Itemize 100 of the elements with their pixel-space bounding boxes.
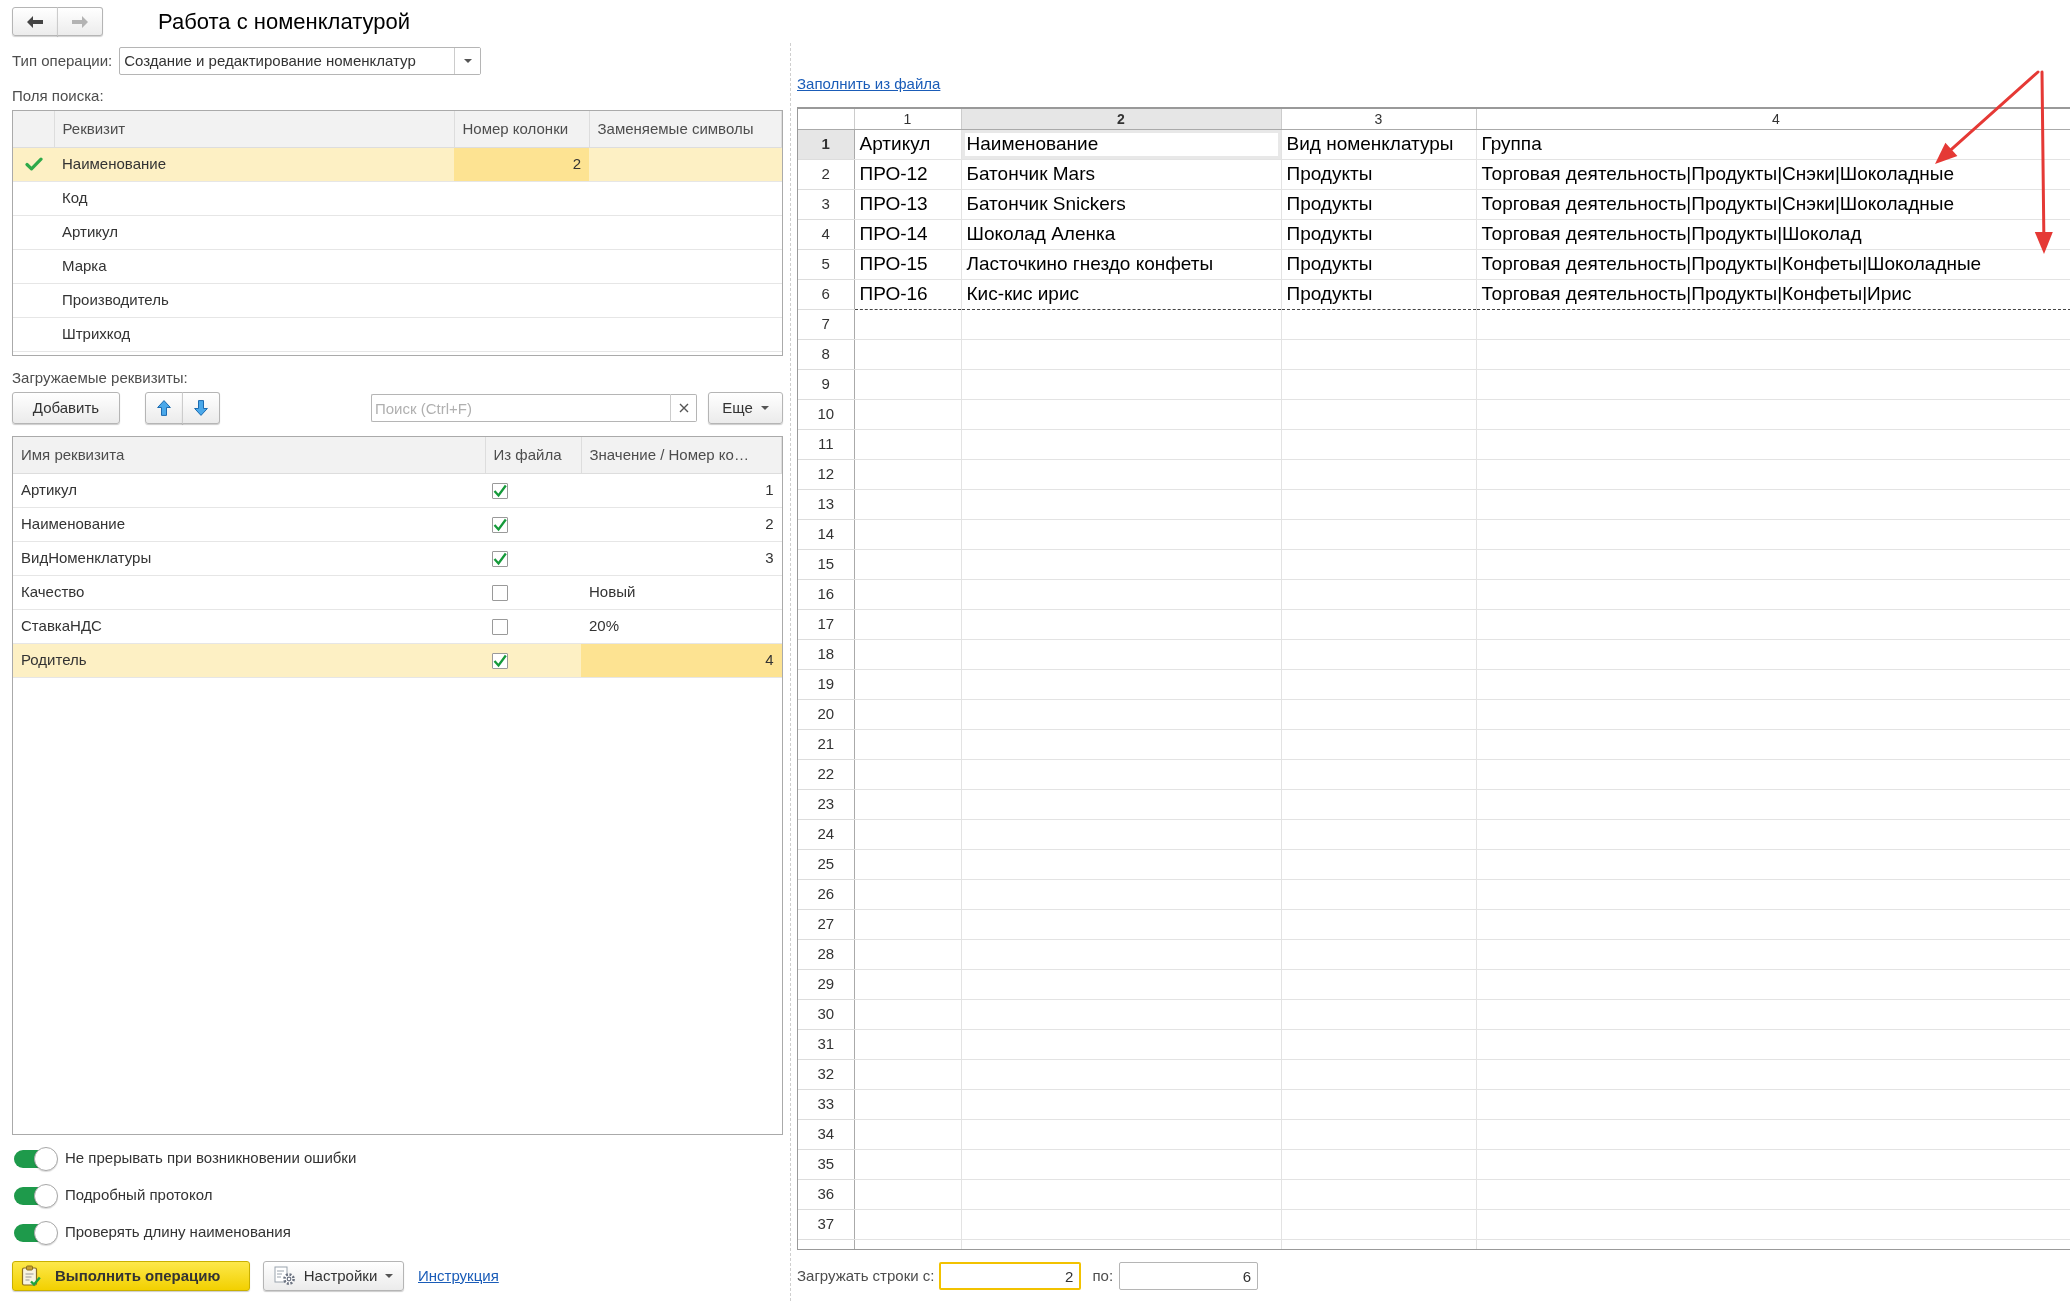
row-header[interactable]: 25 <box>798 849 854 879</box>
row-header[interactable]: 14 <box>798 519 854 549</box>
row-header[interactable]: 5 <box>798 249 854 279</box>
row-header[interactable]: 26 <box>798 879 854 909</box>
input-field[interactable]: 2 <box>939 1262 1082 1290</box>
row-header[interactable]: 10 <box>798 399 854 429</box>
table-cell: Наименование <box>54 147 454 181</box>
table-row[interactable]: Штрихкод <box>13 317 782 351</box>
checkbox[interactable] <box>492 652 508 669</box>
row-header[interactable]: 36 <box>798 1179 854 1209</box>
more-button[interactable]: Еще <box>708 392 783 424</box>
input-field[interactable]: 6 <box>1119 1262 1259 1290</box>
row-header[interactable]: 32 <box>798 1059 854 1089</box>
row-header[interactable]: 31 <box>798 1029 854 1059</box>
table-row[interactable]: ВидНоменклатуры 3 <box>13 541 782 575</box>
row-header[interactable]: 17 <box>798 609 854 639</box>
table-cell: 20% <box>581 609 782 643</box>
field-label: Тип операции: <box>12 50 113 71</box>
caret-icon <box>463 59 472 63</box>
row-header[interactable]: 18 <box>798 639 854 669</box>
execute-button[interactable]: Выполнить операцию <box>12 1261 250 1291</box>
row-header[interactable]: 23 <box>798 789 854 819</box>
table-cell: Наименование <box>13 507 485 541</box>
dropdown-button[interactable] <box>454 48 481 74</box>
row-header[interactable]: 21 <box>798 729 854 759</box>
column-header[interactable]: Номер колонки <box>454 111 589 147</box>
table-row[interactable]: Марка <box>13 249 782 283</box>
column-header[interactable]: Реквизит <box>54 111 454 147</box>
row-header[interactable]: 33 <box>798 1089 854 1119</box>
row-header[interactable]: 20 <box>798 699 854 729</box>
column-header[interactable]: 4 <box>1476 109 2070 129</box>
settings-button[interactable]: Настройки <box>263 1261 404 1291</box>
clear-button[interactable] <box>670 394 697 422</box>
toggle-switch[interactable] <box>14 1146 58 1171</box>
row-header[interactable]: 30 <box>798 999 854 1029</box>
checkbox[interactable] <box>492 550 508 567</box>
row-header[interactable]: 22 <box>798 759 854 789</box>
combo-box[interactable]: Создание и редактирование номенклатур <box>119 47 482 75</box>
row-header[interactable]: 35 <box>798 1149 854 1179</box>
row-header[interactable]: 28 <box>798 939 854 969</box>
table-row[interactable]: Артикул 1 <box>13 473 782 507</box>
row-header[interactable]: 4 <box>798 219 854 249</box>
toggle-switch[interactable] <box>14 1183 58 1208</box>
sheet-cell: Батончик Snickers <box>961 189 1281 219</box>
back-button[interactable] <box>12 7 58 36</box>
row-header[interactable]: 11 <box>798 429 854 459</box>
checkbox[interactable] <box>492 618 508 635</box>
instruction-link[interactable]: Инструкция <box>418 1264 499 1288</box>
table-row[interactable]: СтавкаНДС 20% <box>13 609 782 643</box>
column-header[interactable]: 1 <box>854 109 961 129</box>
table-row[interactable]: Наименование 2 <box>13 147 782 181</box>
row-header[interactable]: 12 <box>798 459 854 489</box>
row-header[interactable]: 37 <box>798 1209 854 1239</box>
row-header[interactable]: 13 <box>798 489 854 519</box>
row-header[interactable]: 8 <box>798 339 854 369</box>
search-field[interactable]: Поиск (Ctrl+F) <box>371 394 670 422</box>
checkbox[interactable] <box>492 482 508 499</box>
row-header[interactable]: 3 <box>798 189 854 219</box>
row-header[interactable]: 27 <box>798 909 854 939</box>
column-header[interactable]: Значение / Номер ко… <box>581 437 782 473</box>
fill-from-file-link[interactable]: Заполнить из файла <box>797 75 941 92</box>
row-header[interactable]: 34 <box>798 1119 854 1149</box>
checkbox[interactable] <box>492 516 508 533</box>
sheet-cell: ПРО-14 <box>854 219 961 249</box>
table-row[interactable]: Родитель 4 <box>13 643 782 677</box>
row-header[interactable]: 9 <box>798 369 854 399</box>
option-label: Проверять длину наименования <box>65 1222 291 1243</box>
sheet-cell: Торговая деятельность|Продукты|Конфеты|Шоколадные <box>1476 249 2070 279</box>
sheet-cell: Торговая деятельность|Продукты|Снэки|Шоколадные <box>1476 159 2070 189</box>
check-icon <box>493 483 507 498</box>
toggle-switch[interactable] <box>14 1220 58 1245</box>
row-header[interactable]: 7 <box>798 309 854 339</box>
sheet-cell: Продукты <box>1281 279 1476 309</box>
table-row[interactable]: Наименование 2 <box>13 507 782 541</box>
table-row[interactable]: Производитель <box>13 283 782 317</box>
move-down-button[interactable] <box>182 392 220 424</box>
column-header[interactable]: Из файла <box>485 437 581 473</box>
row-header[interactable]: 19 <box>798 669 854 699</box>
move-up-button[interactable] <box>145 392 183 424</box>
column-header[interactable]: Заменяемые символы <box>589 111 782 147</box>
table-row[interactable]: Код <box>13 181 782 215</box>
sheet-cell: Вид номенклатуры <box>1281 129 1476 159</box>
row-header[interactable]: 2 <box>798 159 854 189</box>
row-header[interactable]: 24 <box>798 819 854 849</box>
sheet-cell: ПРО-13 <box>854 189 961 219</box>
row-header[interactable]: 15 <box>798 549 854 579</box>
row-header[interactable]: 16 <box>798 579 854 609</box>
add-button[interactable]: Добавить <box>12 392 120 424</box>
section-label: Поля поиска: <box>12 87 105 105</box>
column-header[interactable]: Имя реквизита <box>13 437 485 473</box>
table-row[interactable]: Артикул <box>13 215 782 249</box>
column-header[interactable]: 3 <box>1281 109 1476 129</box>
table-cell: Артикул <box>54 215 454 249</box>
table-row[interactable]: Качество Новый <box>13 575 782 609</box>
table-cell: ВидНоменклатуры <box>13 541 485 575</box>
column-header[interactable]: 2 <box>961 109 1281 129</box>
row-header[interactable]: 6 <box>798 279 854 309</box>
checkbox[interactable] <box>492 584 508 601</box>
row-header[interactable]: 29 <box>798 969 854 999</box>
row-header[interactable]: 1 <box>798 129 854 159</box>
